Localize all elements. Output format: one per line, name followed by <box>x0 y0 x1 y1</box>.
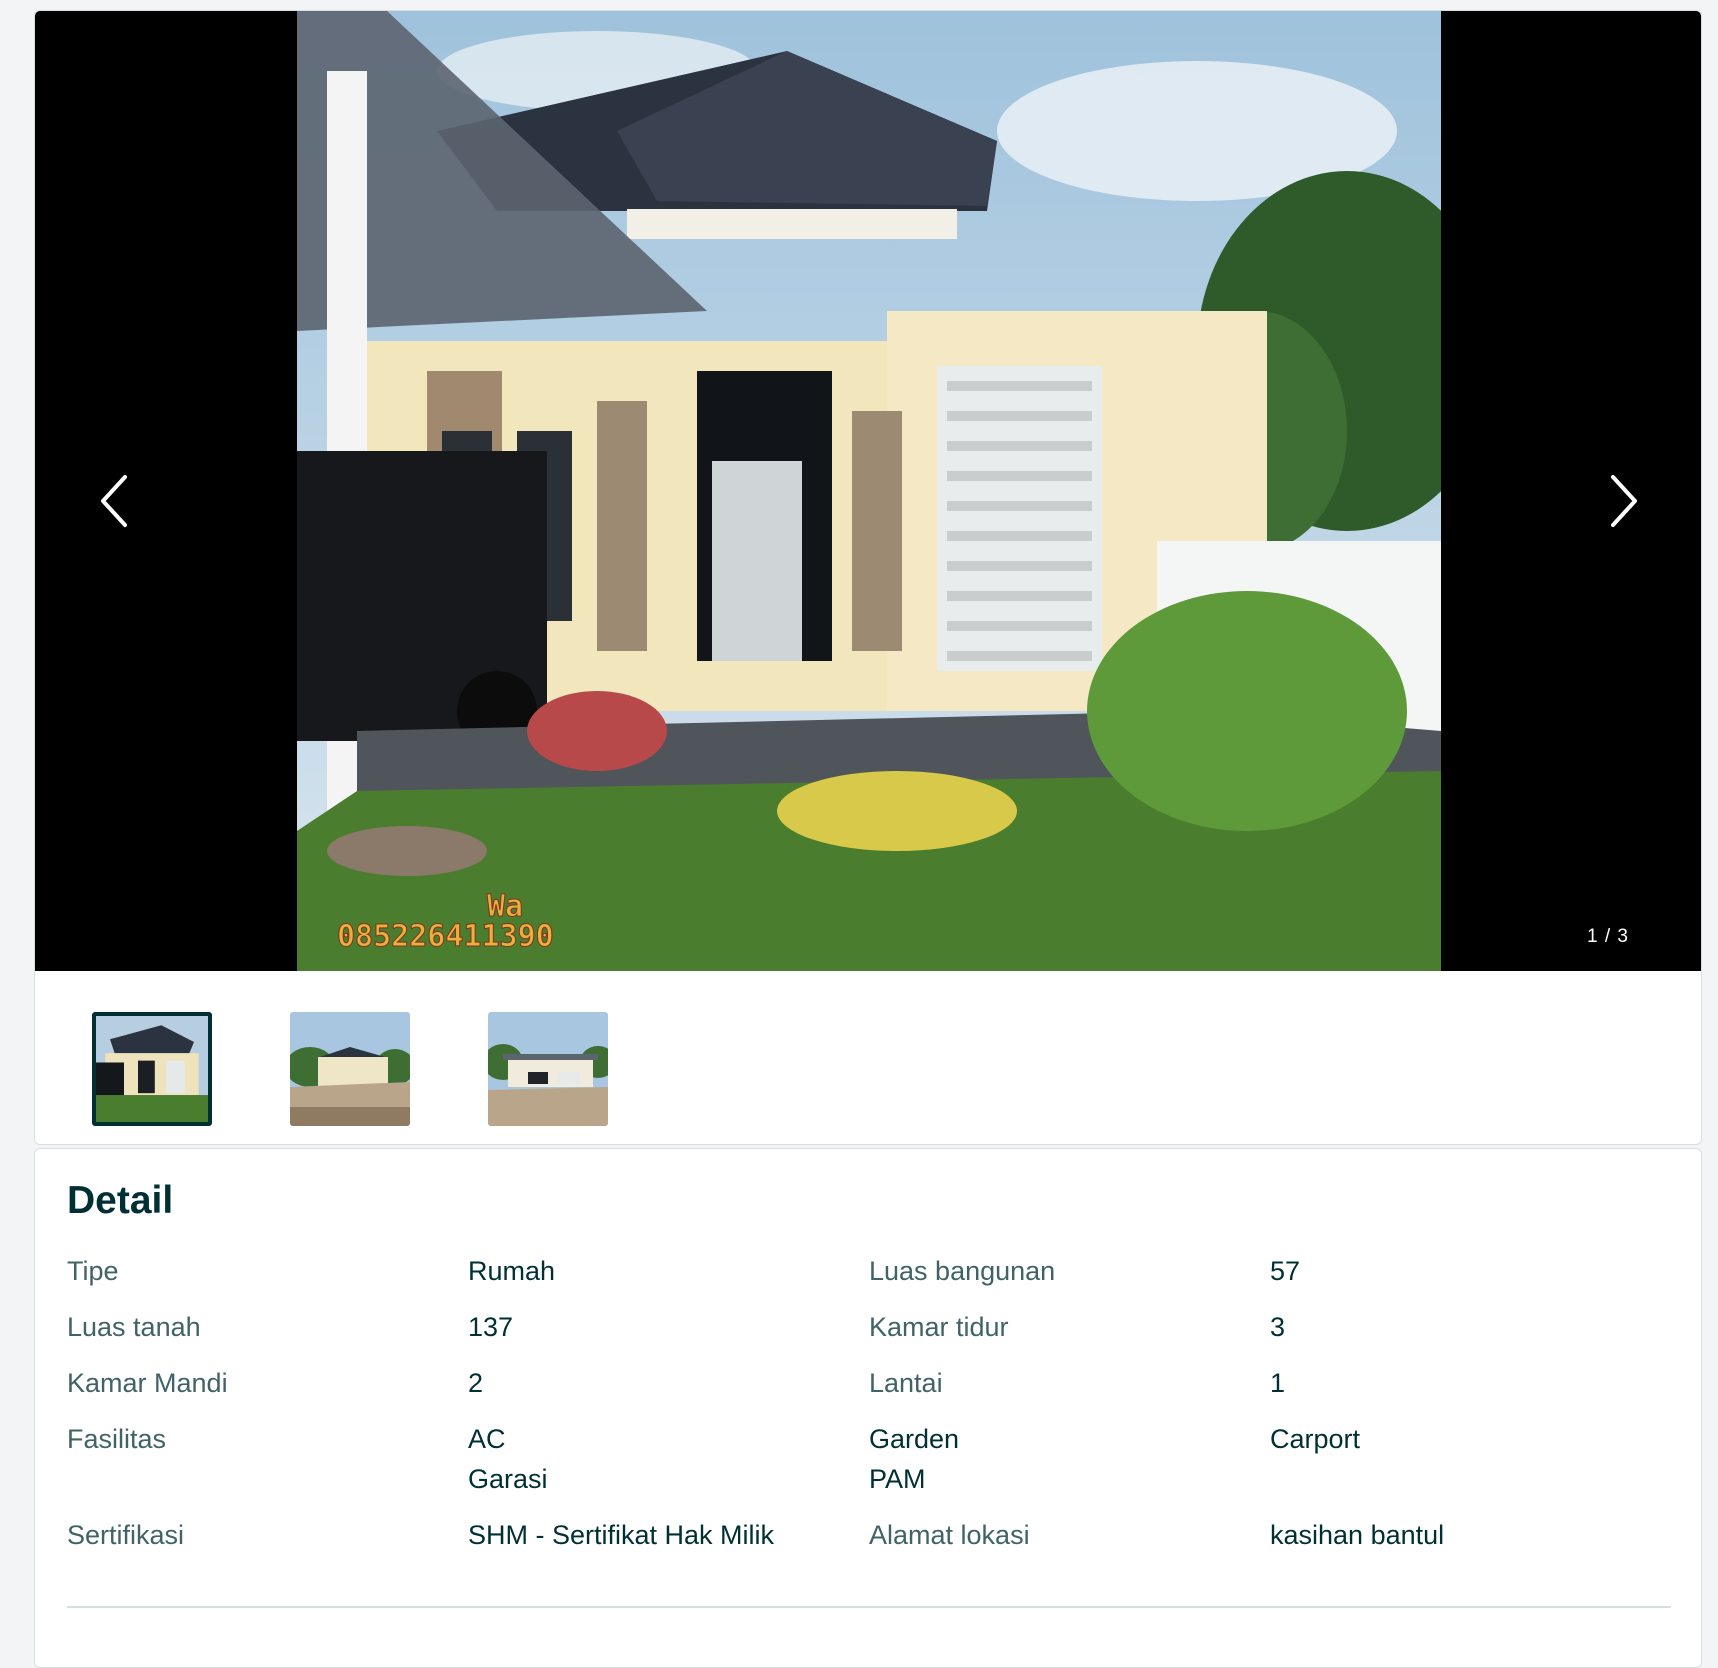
value-sertifikasi: SHM - Sertifikat Hak Milik <box>468 1520 775 1550</box>
value-kamar-tidur: 3 <box>1270 1312 1286 1342</box>
value-tipe: Rumah <box>468 1256 556 1286</box>
gallery-card: Wa 085226411390 1 / 3 <box>34 10 1702 1145</box>
label-luas-bangunan: Luas bangunan <box>869 1256 1056 1286</box>
value-alamat-lokasi: kasihan bantul <box>1270 1520 1445 1550</box>
detail-row: Kamar Mandi 2 Lantai 1 <box>67 1363 1671 1411</box>
detail-row-fasilitas: Fasilitas AC Garden Carport Garasi PAM <box>67 1419 1671 1507</box>
detail-row: Sertifikasi SHM - Sertifikat Hak Milik A… <box>67 1515 1671 1563</box>
value-lantai: 1 <box>1270 1368 1286 1398</box>
thumbnail-1[interactable] <box>92 1012 212 1126</box>
chevron-left-icon <box>101 475 127 527</box>
divider <box>67 1606 1671 1608</box>
label-lantai: Lantai <box>869 1368 943 1398</box>
label-kamar-tidur: Kamar tidur <box>869 1312 1009 1342</box>
detail-title: Detail <box>67 1179 174 1222</box>
label-luas-tanah: Luas tanah <box>67 1312 201 1342</box>
image-viewer: Wa 085226411390 1 / 3 <box>35 11 1701 971</box>
label-sertifikasi: Sertifikasi <box>67 1520 185 1550</box>
value-luas-tanah: 137 <box>468 1312 514 1342</box>
facility-item: Garden <box>869 1424 960 1454</box>
value-kamar-mandi: 2 <box>468 1368 484 1398</box>
facility-item: Carport <box>1270 1424 1361 1454</box>
previous-photo-button[interactable] <box>85 466 145 536</box>
thumbnail-2[interactable] <box>290 1012 410 1126</box>
chevron-right-icon <box>1611 475 1637 527</box>
photo-counter: 1 / 3 <box>1587 926 1629 947</box>
label-alamat-lokasi: Alamat lokasi <box>869 1520 1030 1550</box>
thumbnail-strip <box>35 971 1701 1144</box>
value-luas-bangunan: 57 <box>1270 1256 1301 1286</box>
detail-row: Tipe Rumah Luas bangunan 57 <box>67 1251 1671 1299</box>
main-photo[interactable]: Wa 085226411390 <box>297 11 1441 971</box>
thumbnail-3[interactable] <box>488 1012 608 1126</box>
watermark-line2: 085226411390 <box>337 919 554 954</box>
detail-card: Detail Tipe Rumah Luas bangunan 57 Luas … <box>34 1148 1702 1668</box>
next-photo-button[interactable] <box>1593 466 1653 536</box>
label-fasilitas: Fasilitas <box>67 1424 167 1454</box>
facility-item: AC <box>468 1424 506 1454</box>
detail-row: Luas tanah 137 Kamar tidur 3 <box>67 1307 1671 1355</box>
facility-item: Garasi <box>468 1464 548 1494</box>
facility-item: PAM <box>869 1464 926 1494</box>
label-tipe: Tipe <box>67 1256 119 1286</box>
label-kamar-mandi: Kamar Mandi <box>67 1368 228 1398</box>
